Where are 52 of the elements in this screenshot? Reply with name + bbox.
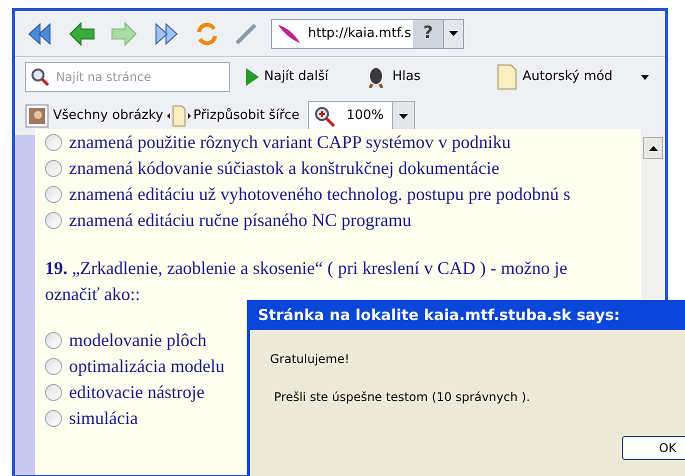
option-label: simulácia bbox=[69, 409, 138, 427]
radio-button[interactable] bbox=[45, 384, 62, 400]
option-label: znamená editáciu už vyhotoveného technolog. postupu pre podobnú s bbox=[69, 185, 570, 203]
search-field[interactable]: Najít na stránce bbox=[25, 62, 230, 92]
caret-icon bbox=[398, 114, 408, 118]
play-icon bbox=[244, 67, 260, 87]
question-text: označiť ako:: bbox=[45, 283, 142, 306]
question-text: 19. „Zrkadlenie, zaoblenie a skosenie“ ( pri kreslení v CAD ) - možno je bbox=[45, 257, 568, 280]
dialog-title: Stránka na lokalite kaia.mtf.stuba.sk says: bbox=[258, 304, 620, 326]
search-input[interactable]: Najít na stránce bbox=[56, 68, 216, 86]
help-button[interactable]: ? bbox=[413, 20, 443, 48]
dialog-message: Prešli ste úspešne testom (10 správnych ). bbox=[274, 389, 530, 406]
dropdown-button[interactable] bbox=[442, 20, 463, 48]
caret-icon bbox=[448, 31, 458, 36]
dropdown-button[interactable] bbox=[392, 102, 414, 130]
back-arrow-icon[interactable] bbox=[67, 20, 97, 48]
search-icon bbox=[30, 67, 50, 87]
radio-button[interactable] bbox=[45, 160, 62, 176]
zoom-value: 100% bbox=[346, 107, 384, 126]
zoom-icon bbox=[312, 105, 337, 127]
fit-page-icon bbox=[167, 104, 192, 128]
radio-button[interactable] bbox=[45, 358, 62, 374]
option-label: znamená editáciu ručne písaného NC programu bbox=[69, 211, 412, 229]
up-arrow-icon bbox=[648, 146, 658, 150]
pencil-icon[interactable] bbox=[233, 20, 259, 46]
find-next-button[interactable]: Najít další bbox=[244, 67, 328, 87]
document-icon bbox=[496, 64, 516, 90]
radio-button[interactable] bbox=[45, 332, 62, 348]
scroll-up-button[interactable] bbox=[643, 137, 663, 159]
url-text: http://kaia.mtf.s bbox=[308, 24, 412, 43]
fit-width-button[interactable]: Přizpůsobit šířce bbox=[167, 104, 300, 128]
address-bar[interactable]: http://kaia.mtf.s ? bbox=[271, 18, 464, 48]
option-label: optimalizácia modelu bbox=[69, 357, 224, 375]
option-label: znamená použitie rôznych variant CAPP systémov v podniku bbox=[69, 133, 511, 151]
image-icon bbox=[25, 104, 49, 128]
microphone-icon bbox=[366, 66, 386, 88]
option-label: znamená kódovanie súčiastok a konštrukčnej dokumentácie bbox=[69, 159, 500, 177]
radio-button[interactable] bbox=[45, 410, 62, 426]
forward-arrow-icon[interactable] bbox=[109, 20, 139, 48]
option-label: editovacie nástroje bbox=[69, 383, 204, 401]
radio-button[interactable] bbox=[45, 186, 62, 202]
author-mode-button[interactable]: Autorský mód bbox=[496, 64, 613, 90]
radio-button[interactable] bbox=[45, 212, 62, 228]
radio-button[interactable] bbox=[45, 134, 62, 150]
ok-button[interactable]: OK bbox=[622, 436, 685, 460]
option-label: modelovanie plôch bbox=[69, 331, 206, 349]
zoom-field[interactable]: 100% bbox=[308, 101, 415, 131]
caret-icon[interactable] bbox=[640, 74, 649, 80]
feather-icon bbox=[276, 22, 302, 44]
dialog-heading: Gratulujeme! bbox=[270, 351, 350, 368]
voice-button[interactable]: Hlas bbox=[366, 66, 420, 88]
all-images-button[interactable]: Všechny obrázky bbox=[25, 104, 164, 128]
